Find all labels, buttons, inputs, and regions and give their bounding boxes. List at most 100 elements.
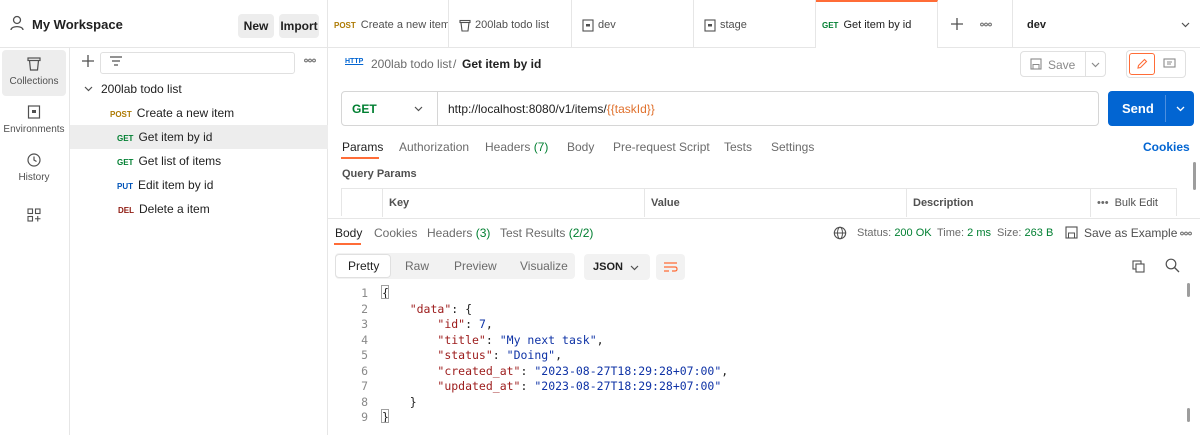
- send-button[interactable]: Send: [1108, 91, 1194, 126]
- tab-headers[interactable]: Headers (7): [485, 140, 548, 154]
- environment-icon: [704, 19, 716, 32]
- method-badge: GET: [822, 21, 839, 30]
- response-status[interactable]: Status: 200 OK: [857, 227, 932, 239]
- search-input[interactable]: [100, 52, 295, 74]
- bulk-edit-cell: ••• Bulk Edit: [1090, 189, 1178, 217]
- code-line: "data": {: [409, 301, 473, 316]
- chevron-down-icon[interactable]: [1176, 106, 1185, 112]
- request-name: Create a new item: [136, 106, 235, 120]
- tab-label: Tests: [724, 140, 753, 154]
- rail-configure[interactable]: [2, 198, 66, 244]
- response-tab-headers[interactable]: Headers (3): [427, 226, 490, 240]
- tab-body[interactable]: Body: [567, 140, 594, 154]
- breadcrumb-request[interactable]: Get item by id: [462, 57, 541, 71]
- rail-environments[interactable]: Environments: [2, 98, 66, 144]
- tree-request[interactable]: GET Get list of items: [70, 149, 328, 173]
- method-select[interactable]: GET: [342, 92, 438, 125]
- tab-params[interactable]: Params: [342, 140, 383, 154]
- tab-prerequest[interactable]: Pre-request Script: [613, 140, 710, 154]
- tab-label: stage: [720, 19, 747, 31]
- scrollbar[interactable]: [1187, 408, 1190, 422]
- response-size[interactable]: Size: 263 B: [997, 227, 1053, 239]
- view-preview[interactable]: Preview: [442, 253, 509, 279]
- scrollbar[interactable]: [1187, 283, 1190, 297]
- method-badge: DEL: [118, 206, 134, 215]
- response-tab-body[interactable]: Body: [335, 226, 362, 240]
- tab-create-item[interactable]: POST Create a new item: [328, 0, 449, 48]
- tab-label: Get item by id: [843, 19, 912, 31]
- view-toggle[interactable]: [1126, 50, 1186, 78]
- tab-label: 200lab todo list: [475, 19, 549, 31]
- tree-request[interactable]: GET Get item by id: [70, 125, 328, 149]
- request-name: Delete a item: [139, 202, 210, 216]
- tab-settings[interactable]: Settings: [771, 140, 814, 154]
- more-options-icon[interactable]: [1180, 231, 1192, 236]
- tree-request[interactable]: POST Create a new item: [70, 101, 328, 125]
- url-input[interactable]: http://localhost:8080/v1/items/{{taskId}…: [448, 102, 655, 116]
- view-visualize[interactable]: Visualize: [508, 253, 580, 279]
- tree-request[interactable]: PUT Edit item by id: [70, 173, 328, 197]
- breadcrumb-collection[interactable]: 200lab todo list: [371, 57, 452, 71]
- copy-icon[interactable]: [1132, 260, 1145, 273]
- code-line: "title": "My next task",: [437, 332, 604, 347]
- save-button[interactable]: Save: [1020, 51, 1106, 77]
- add-tab-icon[interactable]: [950, 17, 964, 31]
- wrap-lines-button[interactable]: [656, 254, 685, 280]
- time-value: 2 ms: [967, 227, 991, 239]
- response-tab-cookies[interactable]: Cookies: [374, 226, 417, 240]
- save-as-example-button[interactable]: Save as Example: [1084, 226, 1177, 240]
- add-grid-icon: [2, 208, 66, 222]
- tab-label: Headers: [427, 226, 473, 240]
- pane-divider[interactable]: [328, 218, 1200, 219]
- code-line: }: [382, 394, 417, 409]
- more-options-icon[interactable]: •••: [1097, 197, 1109, 209]
- time-label: Time:: [937, 227, 965, 239]
- rail-history[interactable]: History: [2, 146, 66, 192]
- environment-selector[interactable]: dev: [1012, 0, 1200, 48]
- tab-tests[interactable]: Tests: [724, 140, 752, 154]
- tab-get-item[interactable]: GET Get item by id: [816, 0, 938, 48]
- tab-label: Test Results: [500, 226, 566, 240]
- comment-icon[interactable]: [1163, 58, 1176, 70]
- tab-label: Headers: [485, 140, 531, 154]
- tab-env-dev[interactable]: dev: [572, 0, 694, 48]
- workspace-title[interactable]: My Workspace: [32, 17, 123, 32]
- new-button[interactable]: New: [238, 14, 274, 38]
- response-time[interactable]: Time: 2 ms: [937, 227, 991, 239]
- more-tabs-icon[interactable]: [980, 22, 992, 27]
- line-number: 3: [361, 317, 368, 331]
- status-label: Status:: [857, 227, 892, 239]
- environment-name: dev: [1027, 19, 1046, 31]
- headers-count: (3): [475, 226, 491, 240]
- column-description: Description: [906, 189, 1090, 217]
- chevron-down-icon: [630, 265, 639, 271]
- tree-request[interactable]: DEL Delete a item: [70, 197, 328, 221]
- tab-authorization[interactable]: Authorization: [399, 140, 469, 154]
- format-select[interactable]: JSON: [584, 254, 650, 280]
- bulk-edit-link[interactable]: Bulk Edit: [1115, 197, 1158, 209]
- tab-collection[interactable]: 200lab todo list: [449, 0, 572, 48]
- response-tab-tests[interactable]: Test Results (2/2): [500, 226, 593, 240]
- scrollbar[interactable]: [1193, 162, 1196, 190]
- view-pretty[interactable]: Pretty: [335, 254, 391, 278]
- trash-can-icon: [459, 19, 471, 32]
- import-button[interactable]: Import: [279, 14, 319, 38]
- more-options-icon[interactable]: [304, 58, 316, 63]
- globe-icon[interactable]: [833, 226, 847, 240]
- cookies-link[interactable]: Cookies: [1143, 140, 1190, 154]
- url-bar: GET http://localhost:8080/v1/items/{{tas…: [341, 91, 1099, 126]
- line-number: 2: [361, 301, 368, 316]
- tab-env-stage[interactable]: stage: [694, 0, 816, 48]
- format-value: JSON: [593, 261, 623, 273]
- plus-icon[interactable]: [81, 54, 95, 68]
- headers-count: (7): [533, 140, 549, 154]
- view-raw[interactable]: Raw: [393, 253, 441, 279]
- method-badge: GET: [117, 134, 134, 143]
- response-body[interactable]: 1{2 "data": {3 "id": 7, 4 "title": "My ne…: [328, 285, 1188, 435]
- line-number: 6: [361, 363, 368, 378]
- collection-item[interactable]: 200lab todo list: [70, 77, 328, 101]
- bracket-match-highlight: [381, 285, 389, 299]
- rail-collections[interactable]: Collections: [2, 50, 66, 96]
- edit-pencil-icon[interactable]: [1129, 53, 1155, 75]
- search-icon[interactable]: [1165, 258, 1180, 273]
